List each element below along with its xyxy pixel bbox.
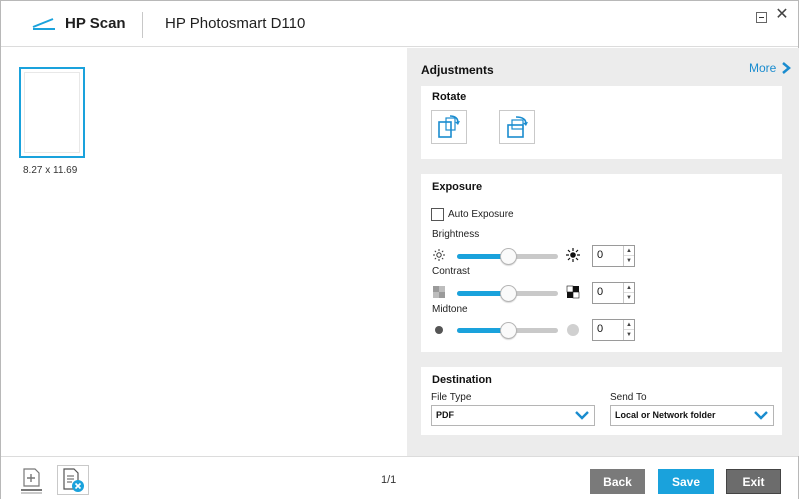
contrast-stepper-buttons: ▲ ▼ bbox=[623, 283, 634, 303]
preview-area: 8.27 x 11.69 bbox=[1, 48, 406, 456]
destination-title: Destination bbox=[432, 374, 492, 386]
midtone-increment-icon[interactable]: ▲ bbox=[624, 320, 634, 330]
page-thumbnail-canvas bbox=[24, 72, 80, 153]
brightness-label: Brightness bbox=[432, 229, 480, 240]
back-button[interactable]: Back bbox=[590, 469, 645, 494]
chevron-right-icon bbox=[782, 62, 792, 74]
contrast-decrement-icon[interactable]: ▼ bbox=[624, 293, 634, 303]
auto-exposure-row: Auto Exposure bbox=[431, 208, 514, 221]
destination-section: Destination File Type PDF Send To Local … bbox=[421, 367, 782, 435]
save-button[interactable]: Save bbox=[658, 469, 714, 494]
brightness-row: 0 ▲ ▼ bbox=[432, 245, 772, 267]
brightness-stepper[interactable]: 0 ▲ ▼ bbox=[592, 245, 635, 267]
brightness-slider-handle[interactable] bbox=[500, 248, 517, 265]
contrast-slider-handle[interactable] bbox=[500, 285, 517, 302]
exposure-title: Exposure bbox=[432, 181, 483, 193]
page-size-label: 8.27 x 11.69 bbox=[23, 165, 78, 176]
delete-page-button[interactable] bbox=[57, 465, 89, 495]
title-separator bbox=[142, 12, 143, 38]
contrast-increment-icon[interactable]: ▲ bbox=[624, 283, 634, 293]
exposure-section: Exposure Auto Exposure Brightness 0 ▲ ▼ … bbox=[421, 174, 782, 352]
contrast-slider[interactable] bbox=[457, 285, 558, 302]
midtone-slider[interactable] bbox=[457, 322, 558, 339]
page-thumbnail[interactable] bbox=[19, 67, 85, 158]
add-page-icon bbox=[21, 468, 42, 494]
contrast-stepper[interactable]: 0 ▲ ▼ bbox=[592, 282, 635, 304]
exit-button[interactable]: Exit bbox=[726, 469, 781, 494]
contrast-value[interactable]: 0 bbox=[597, 286, 603, 298]
midtone-stepper[interactable]: 0 ▲ ▼ bbox=[592, 319, 635, 341]
file-type-label: File Type bbox=[431, 392, 472, 403]
more-label: More bbox=[749, 61, 777, 75]
rotate-section: Rotate bbox=[421, 86, 782, 159]
brightness-high-icon bbox=[566, 248, 580, 262]
midtone-light-icon bbox=[567, 324, 579, 336]
more-link[interactable]: More bbox=[749, 61, 792, 75]
delete-page-icon bbox=[63, 468, 84, 492]
chevron-down-icon bbox=[754, 411, 768, 420]
rotate-right-icon bbox=[507, 116, 528, 138]
app-name: HP Scan bbox=[65, 15, 126, 32]
rotate-left-icon bbox=[438, 115, 460, 138]
adjustments-heading: Adjustments bbox=[421, 63, 494, 77]
adjustments-panel: Adjustments More Rotate Exposure Auto Ex… bbox=[407, 48, 799, 456]
contrast-low-icon bbox=[433, 286, 445, 298]
file-type-select[interactable]: PDF bbox=[431, 405, 595, 426]
page-count: 1/1 bbox=[381, 474, 397, 486]
hp-scan-window: HP Scan HP Photosmart D110 ✕ 8.27 x 11.6… bbox=[0, 0, 799, 499]
bottom-bar: 1/1 Back Save Exit bbox=[1, 456, 798, 499]
minimize-icon[interactable] bbox=[756, 12, 767, 23]
title-bar: HP Scan HP Photosmart D110 ✕ bbox=[1, 1, 798, 47]
midtone-row: 0 ▲ ▼ bbox=[432, 319, 772, 341]
midtone-stepper-buttons: ▲ ▼ bbox=[623, 320, 634, 340]
midtone-slider-handle[interactable] bbox=[500, 322, 517, 339]
close-icon[interactable]: ✕ bbox=[775, 6, 789, 23]
midtone-label: Midtone bbox=[432, 304, 468, 315]
brightness-value[interactable]: 0 bbox=[597, 249, 603, 261]
auto-exposure-label: Auto Exposure bbox=[448, 209, 514, 220]
rotate-right-button[interactable] bbox=[499, 110, 535, 144]
device-name: HP Photosmart D110 bbox=[165, 15, 306, 32]
contrast-label: Contrast bbox=[432, 266, 470, 277]
brightness-low-icon bbox=[433, 249, 445, 261]
send-to-dropdown-toggle[interactable] bbox=[749, 406, 773, 425]
file-type-value: PDF bbox=[436, 410, 454, 420]
contrast-high-icon bbox=[566, 285, 580, 299]
midtone-value[interactable]: 0 bbox=[597, 323, 603, 335]
brightness-stepper-buttons: ▲ ▼ bbox=[623, 246, 634, 266]
scanner-logo-icon bbox=[32, 18, 55, 30]
rotate-left-button[interactable] bbox=[431, 110, 467, 144]
send-to-value: Local or Network folder bbox=[615, 410, 716, 420]
auto-exposure-checkbox[interactable] bbox=[431, 208, 444, 221]
send-to-select[interactable]: Local or Network folder bbox=[610, 405, 774, 426]
brightness-increment-icon[interactable]: ▲ bbox=[624, 246, 634, 256]
brightness-slider[interactable] bbox=[457, 248, 558, 265]
add-page-button[interactable] bbox=[16, 465, 48, 495]
chevron-down-icon bbox=[575, 411, 589, 420]
rotate-title: Rotate bbox=[432, 91, 467, 103]
midtone-decrement-icon[interactable]: ▼ bbox=[624, 330, 634, 340]
send-to-label: Send To bbox=[610, 392, 647, 403]
brightness-decrement-icon[interactable]: ▼ bbox=[624, 256, 634, 266]
midtone-dark-icon bbox=[435, 326, 443, 334]
contrast-row: 0 ▲ ▼ bbox=[432, 282, 772, 304]
file-type-dropdown-toggle[interactable] bbox=[570, 406, 594, 425]
